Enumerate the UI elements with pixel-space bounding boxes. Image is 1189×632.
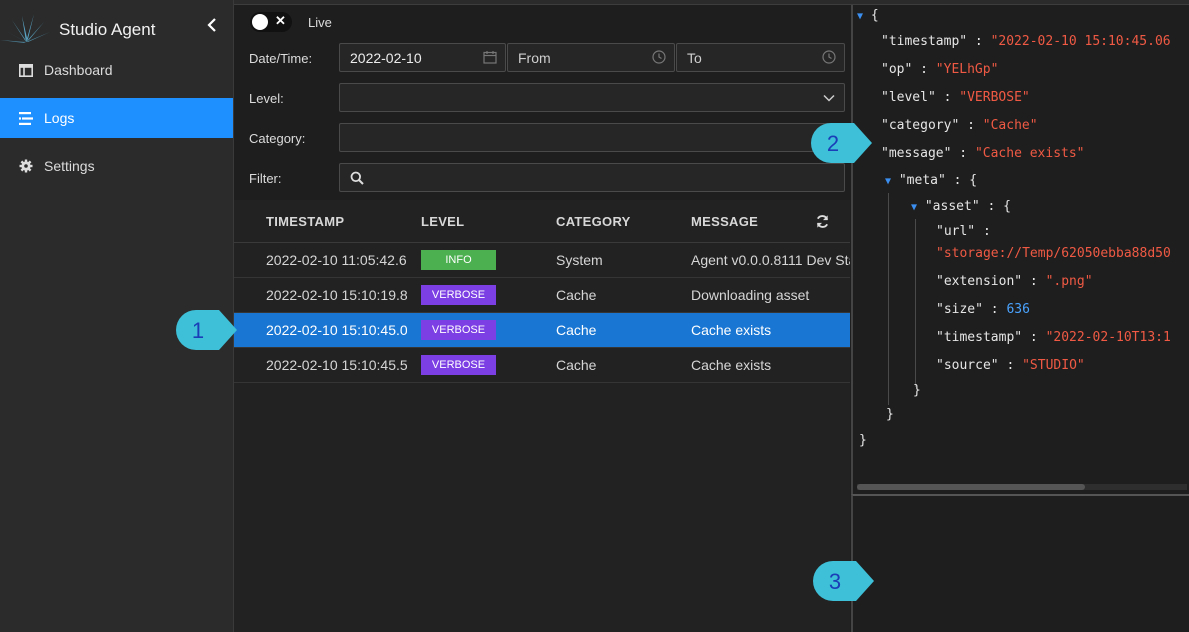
callout-marker-3: 3 [813, 561, 874, 601]
message-cell: Downloading asset [691, 287, 810, 303]
timestamp-cell: 2022-02-10 15:10:45.50 [266, 357, 407, 373]
json-line-level: "level" : "VERBOSE" [881, 90, 1030, 105]
indent-guide [888, 193, 889, 405]
category-input[interactable] [339, 123, 845, 152]
column-header-timestamp[interactable]: TIMESTAMP [266, 214, 344, 229]
json-line-meta[interactable]: ▼ "meta" : { [885, 173, 977, 188]
table-row[interactable]: 2022-02-10 11:05:42.65 INFO System Agent… [234, 243, 850, 278]
clock-icon [652, 50, 666, 64]
sidebar-item-logs[interactable]: Logs [0, 98, 233, 138]
app-logo-icon [0, 14, 50, 43]
json-line-asset-timestamp: "timestamp" : "2022-02-10T13:1 [936, 330, 1171, 345]
json-line-op: "op" : "YELhGp" [881, 62, 999, 77]
horizontal-scrollbar[interactable] [857, 484, 1187, 490]
app-title: Studio Agent [59, 20, 156, 39]
json-line-url-key: "url" : [936, 224, 991, 239]
sidebar-item-label: Dashboard [44, 62, 113, 78]
close-icon: ✕ [275, 13, 286, 28]
date-input[interactable]: 2022-02-10 [339, 43, 506, 72]
sidebar-item-dashboard[interactable]: Dashboard [0, 50, 233, 90]
message-cell: Agent v0.0.0.8111 Dev Started [691, 252, 850, 268]
gear-icon [18, 158, 34, 174]
table-row-selected[interactable]: 2022-02-10 15:10:45.06 VERBOSE Cache Cac… [234, 313, 850, 348]
logs-icon [18, 110, 34, 126]
clock-icon [822, 50, 836, 64]
column-header-category[interactable]: CATEGORY [556, 214, 631, 229]
category-cell: Cache [556, 322, 597, 338]
column-header-message[interactable]: MESSAGE [691, 214, 758, 229]
calendar-icon [483, 51, 497, 64]
date-value: 2022-02-10 [350, 49, 422, 66]
category-cell: Cache [556, 287, 597, 303]
category-label: Category: [249, 131, 306, 146]
live-toggle[interactable]: ✕ [250, 12, 292, 32]
sidebar-item-label: Settings [44, 158, 95, 174]
level-badge: INFO [421, 250, 496, 270]
refresh-icon[interactable] [815, 214, 830, 229]
level-label: Level: [249, 91, 284, 106]
to-time-input[interactable]: To [676, 43, 845, 72]
from-placeholder: From [518, 49, 551, 66]
to-placeholder: To [687, 49, 702, 66]
filter-label: Filter: [249, 171, 282, 186]
from-time-input[interactable]: From [507, 43, 675, 72]
callout-marker-2: 2 [811, 123, 872, 163]
datetime-label: Date/Time: [249, 51, 313, 66]
filter-input[interactable] [339, 163, 845, 192]
json-meta-close: } [886, 407, 894, 422]
json-line-timestamp: "timestamp" : "2022-02-10 15:10:45.06 [881, 34, 1171, 49]
callout-marker-1: 1 [176, 310, 237, 350]
expand-triangle-icon: ▼ [911, 202, 918, 213]
table-row[interactable]: 2022-02-10 15:10:45.50 VERBOSE Cache Cac… [234, 348, 850, 383]
timestamp-cell: 2022-02-10 11:05:42.65 [266, 252, 407, 268]
expand-triangle-icon: ▼ [885, 176, 892, 187]
json-root-close: } [859, 433, 867, 448]
json-line-category: "category" : "Cache" [881, 118, 1038, 133]
json-line-source: "source" : "STUDIO" [936, 358, 1085, 373]
table-row[interactable]: 2022-02-10 15:10:19.85 VERBOSE Cache Dow… [234, 278, 850, 313]
level-badge: VERBOSE [421, 320, 496, 340]
category-cell: System [556, 252, 603, 268]
table-header: TIMESTAMP LEVEL CATEGORY MESSAGE [234, 200, 850, 243]
chevron-left-icon [207, 18, 216, 32]
svg-text:1: 1 [192, 318, 204, 343]
message-cell: Cache exists [691, 322, 772, 338]
logs-table: TIMESTAMP LEVEL CATEGORY MESSAGE 2022-02… [234, 200, 850, 632]
message-cell: Cache exists [691, 357, 772, 373]
dashboard-icon [18, 62, 34, 78]
level-select[interactable] [339, 83, 845, 112]
collapse-sidebar-button[interactable] [200, 14, 224, 40]
category-cell: Cache [556, 357, 597, 373]
expand-triangle-icon: ▼ [857, 11, 864, 22]
svg-text:2: 2 [827, 131, 839, 156]
svg-text:3: 3 [829, 569, 841, 594]
json-line-extension: "extension" : ".png" [936, 274, 1093, 289]
json-line-asset[interactable]: ▼ "asset" : { [911, 199, 1011, 214]
json-line-message: "message" : "Cache exists" [881, 146, 1085, 161]
toggle-knob [252, 14, 268, 30]
json-asset-close: } [913, 383, 921, 398]
live-label: Live [308, 15, 332, 30]
json-viewer: ▼ { "timestamp" : "2022-02-10 15:10:45.0… [851, 5, 1189, 494]
filter-panel: ✕ Live Date/Time: 2022-02-10 From To Lev… [234, 6, 850, 200]
json-root-open[interactable]: ▼ { [857, 8, 879, 23]
chevron-down-icon [823, 94, 835, 102]
timestamp-cell: 2022-02-10 15:10:45.06 [266, 322, 407, 338]
indent-guide [915, 219, 916, 387]
sidebar-item-label: Logs [44, 110, 75, 126]
level-badge: VERBOSE [421, 355, 496, 375]
json-line-size: "size" : 636 [936, 302, 1030, 317]
column-header-level[interactable]: LEVEL [421, 214, 464, 229]
level-badge: VERBOSE [421, 285, 496, 305]
detail-bottom-panel [851, 494, 1189, 632]
search-icon [350, 171, 364, 185]
sidebar-item-settings[interactable]: Settings [0, 146, 233, 186]
timestamp-cell: 2022-02-10 15:10:19.85 [266, 287, 407, 303]
scrollbar-thumb[interactable] [857, 484, 1085, 490]
json-line-url-value: "storage://Temp/62050ebba88d50 [936, 246, 1171, 261]
